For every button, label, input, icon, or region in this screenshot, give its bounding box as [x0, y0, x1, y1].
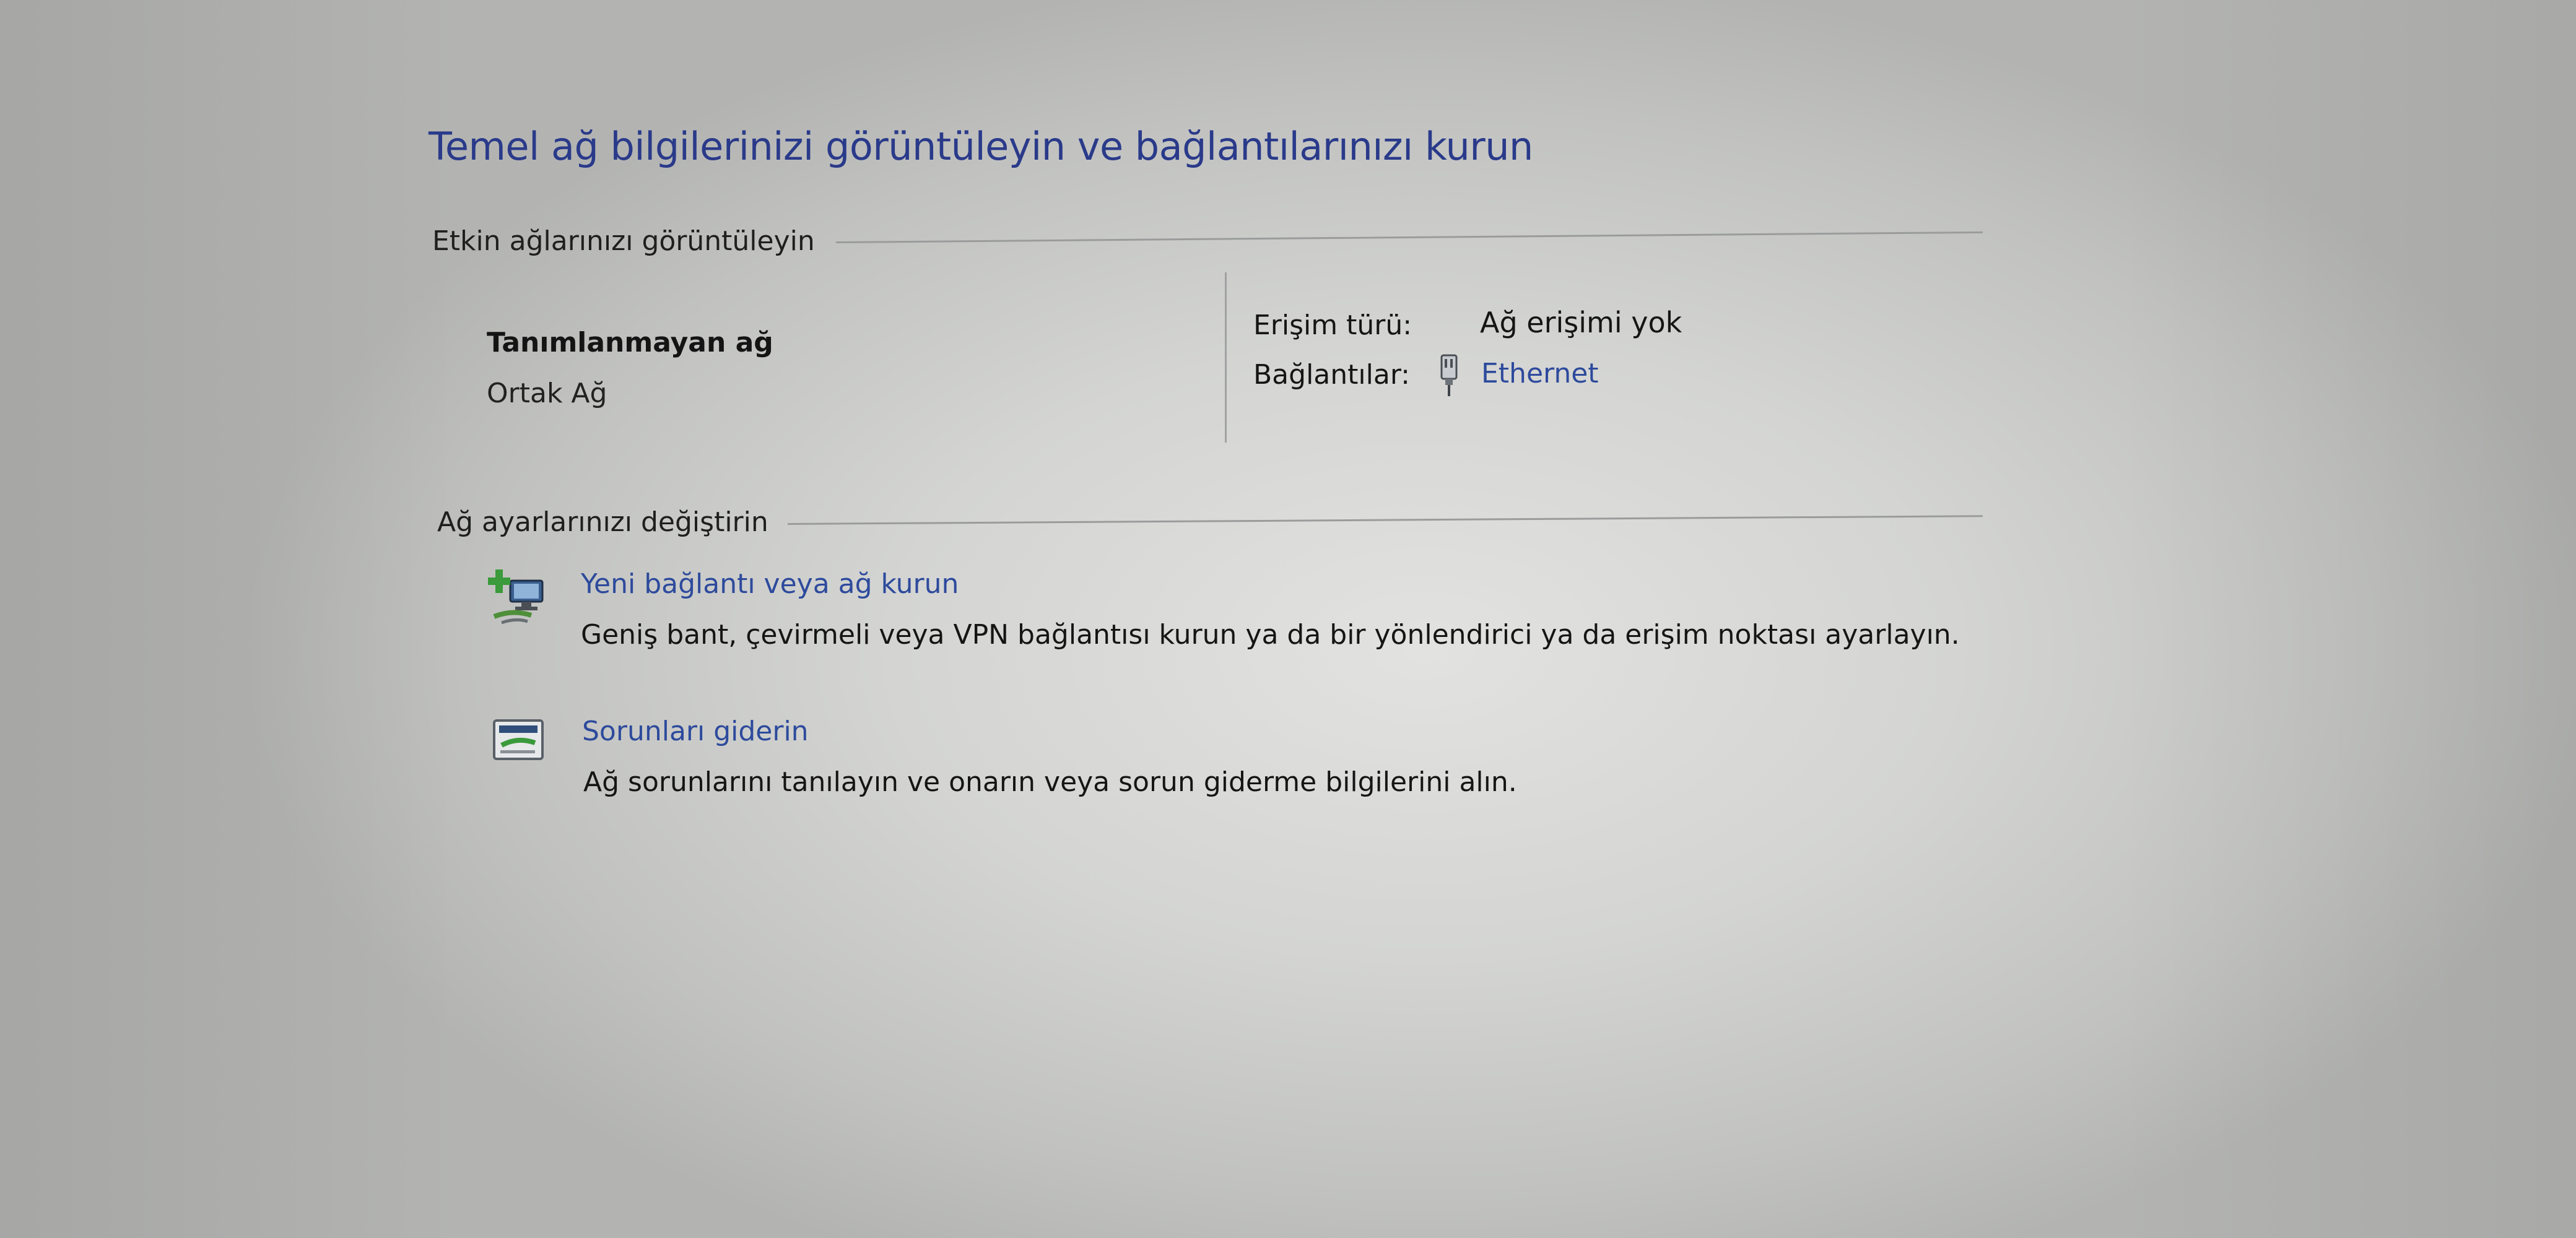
page-title: Temel ağ bilgilerinizi görüntüleyin ve b… [429, 124, 1533, 169]
new-connection-description: Geniş bant, çevirmeli veya VPN bağlantıs… [581, 619, 1960, 651]
connections-label: Bağlantılar: [1253, 359, 1410, 391]
access-type-value: Ağ erişimi yok [1480, 306, 1682, 339]
troubleshoot-link[interactable]: Sorunları giderin [582, 716, 809, 747]
ethernet-connection-link[interactable]: Ethernet [1481, 358, 1599, 389]
troubleshoot-description: Ağ sorunlarını tanılayın ve onarın veya … [583, 766, 1517, 798]
network-details-divider [1225, 272, 1227, 443]
ethernet-plug-icon [1438, 354, 1460, 397]
network-name: Tanımlanmayan ağ [487, 327, 773, 358]
new-connection-link[interactable]: Yeni bağlantı veya ağ kurun [581, 568, 959, 600]
network-type-link[interactable]: Ortak Ağ [487, 378, 607, 409]
change-settings-header: Ağ ayarlarınızı değiştirin [437, 506, 768, 538]
active-networks-header: Etkin ağlarınızı görüntüleyin [432, 225, 815, 257]
access-type-label: Erişim türü: [1253, 310, 1412, 341]
new-connection-icon [488, 568, 549, 626]
troubleshoot-icon [493, 718, 545, 763]
